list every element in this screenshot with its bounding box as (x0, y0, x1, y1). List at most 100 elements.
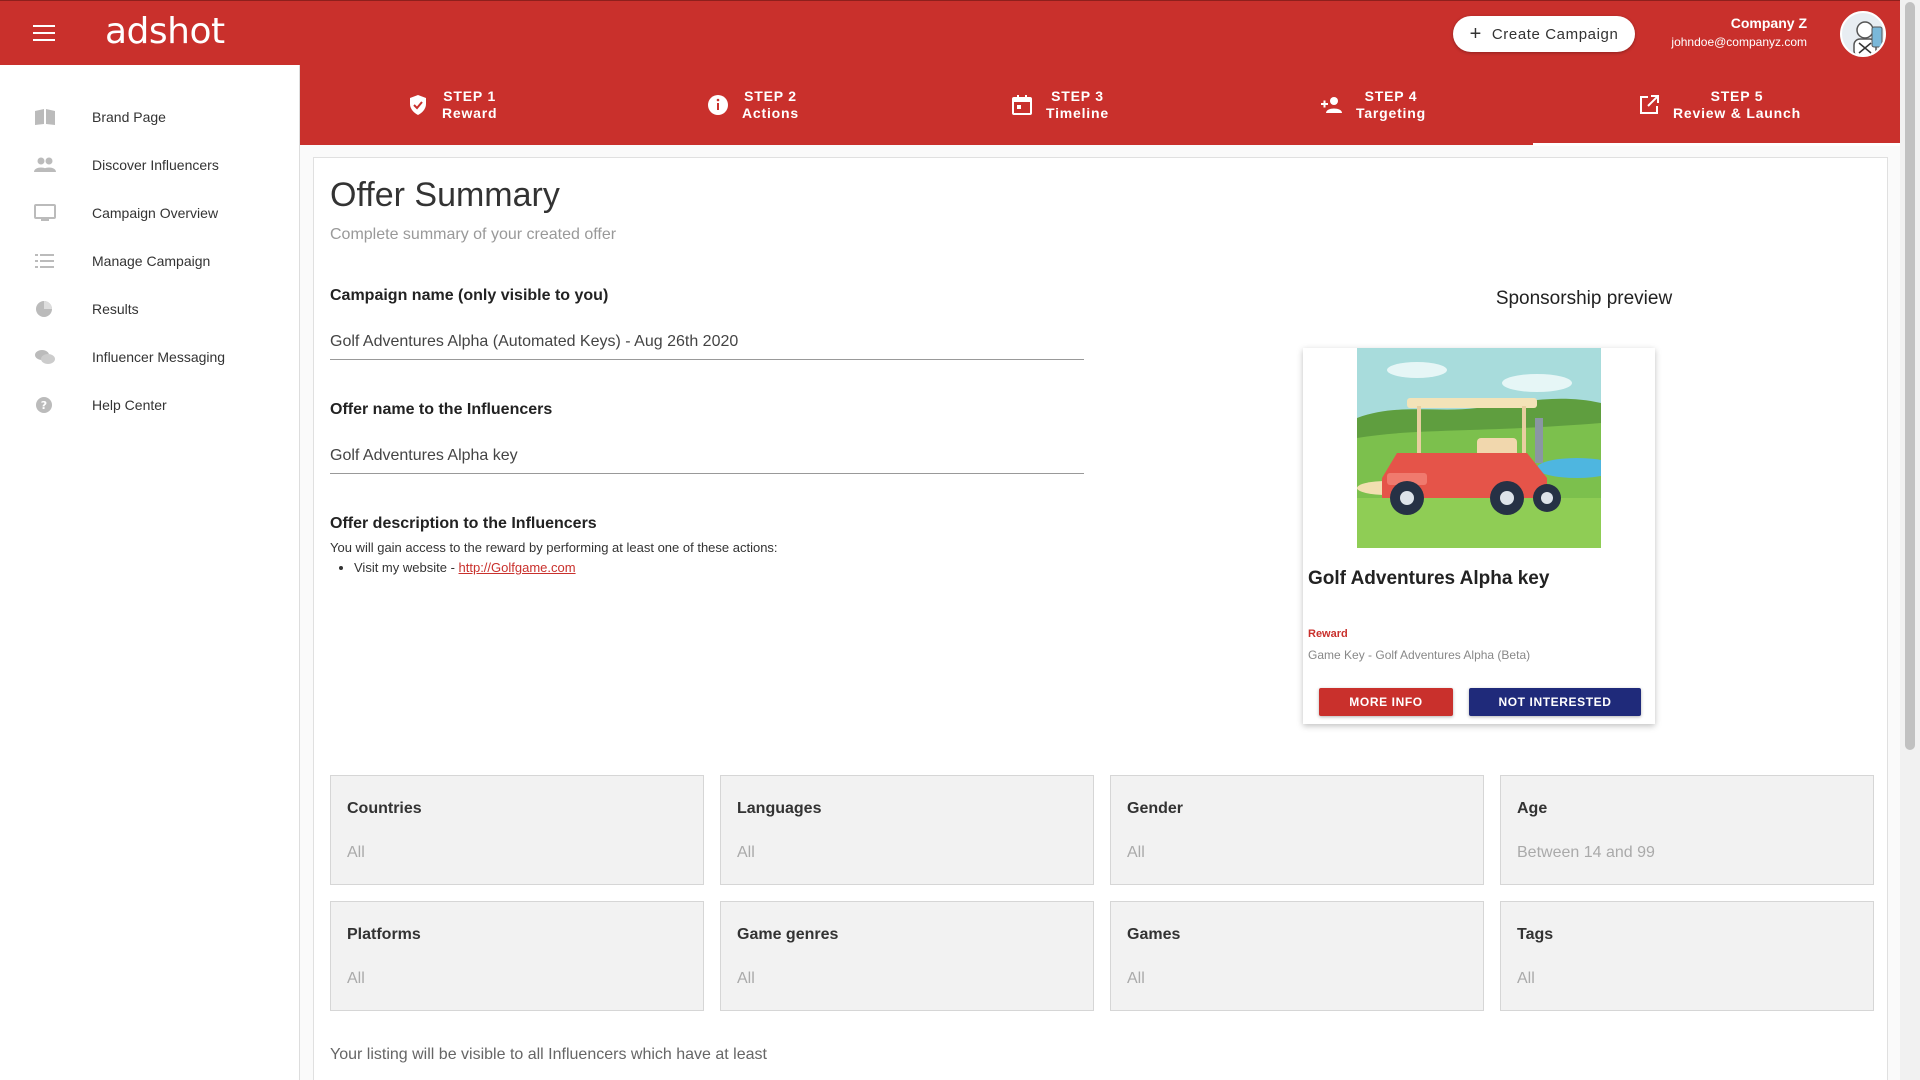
info-icon (708, 95, 728, 115)
step-navigation: STEP 1 Reward STEP 2 Actions STEP 3 Timelin… (300, 65, 1900, 146)
menu-icon[interactable] (33, 25, 55, 41)
chat-icon (35, 350, 55, 364)
visibility-note: Your listing will be visible to all Infl… (330, 1046, 767, 1063)
targeting-countries: Countries All (330, 775, 704, 885)
tab-step-4[interactable]: STEP 4 Targeting (1320, 65, 1426, 145)
step-number: STEP 1 (443, 88, 497, 104)
plus-icon: + (1469, 23, 1482, 45)
preview-reward-value: Game Key - Golf Adventures Alpha (Beta) (1308, 648, 1531, 662)
sidebar-item-manage-campaign[interactable]: Manage Campaign (0, 241, 300, 281)
sidebar-item-brand-page[interactable]: Brand Page (0, 97, 300, 137)
sidebar-item-label: Campaign Overview (92, 205, 219, 221)
targeting-value: All (1127, 970, 1145, 987)
targeting-label: Languages (737, 800, 822, 817)
avatar-illustration-icon (1853, 21, 1883, 55)
sidebar-item-discover-influencers[interactable]: Discover Influencers (0, 145, 300, 185)
step-name: Timeline (1046, 105, 1109, 121)
offer-description-label: Offer description to the Influencers (330, 515, 597, 532)
monitor-icon (34, 204, 56, 221)
company-name: Company Z (1730, 15, 1807, 31)
targeting-platforms: Platforms All (330, 901, 704, 1011)
create-campaign-label: Create Campaign (1491, 25, 1619, 43)
scrollbar-thumb[interactable] (1905, 2, 1915, 750)
sponsorship-preview-title: Sponsorship preview (1495, 288, 1673, 309)
targeting-value: Between 14 and 99 (1517, 844, 1655, 861)
sidebar-item-campaign-overview[interactable]: Campaign Overview (0, 193, 300, 233)
tab-step-1[interactable]: STEP 1 Reward (406, 65, 497, 145)
targeting-label: Gender (1127, 800, 1184, 817)
person-add-icon (1321, 97, 1342, 113)
targeting-label: Age (1517, 800, 1548, 817)
checklist-icon (35, 254, 54, 268)
active-step-indicator (1533, 143, 1900, 146)
tab-step-5[interactable]: STEP 5 Review & Launch (1637, 65, 1801, 145)
account-info[interactable]: Company Z johndoe@companyz.com (1671, 15, 1807, 49)
step-name: Actions (742, 105, 799, 121)
targeting-label: Tags (1517, 926, 1554, 943)
sidebar: Brand Page Discover Influencers Campaign… (0, 65, 300, 1080)
more-info-button[interactable]: MORE INFO (1319, 688, 1453, 716)
website-link[interactable]: http://Golfgame.com (459, 560, 576, 575)
app-logo[interactable]: adshot (105, 11, 225, 52)
targeting-games: Games All (1110, 901, 1484, 1011)
pie-chart-icon (36, 301, 52, 317)
golf-cart-illustration-icon (1357, 348, 1601, 548)
step-number: STEP 2 (744, 88, 797, 104)
targeting-value: All (1127, 844, 1145, 861)
page-subtitle: Complete summary of your created offer (330, 226, 617, 243)
offer-name-field: Golf Adventures Alpha key (330, 447, 1084, 474)
step-name: Review & Launch (1673, 105, 1801, 121)
sidebar-item-label: Influencer Messaging (92, 349, 226, 365)
preview-reward-label: Reward (1308, 628, 1348, 640)
sidebar-item-label: Manage Campaign (92, 253, 211, 269)
help-icon: ? (36, 397, 52, 413)
sidebar-item-help-center[interactable]: ? Help Center (0, 385, 300, 425)
page-scrollbar[interactable] (1900, 0, 1920, 1080)
open-in-new-icon (1640, 95, 1659, 114)
sidebar-item-label: Discover Influencers (92, 157, 219, 173)
targeting-label: Platforms (347, 926, 421, 943)
people-icon (34, 157, 56, 172)
offer-description-text: You will gain access to the reward by pe… (330, 540, 778, 555)
targeting-gender: Gender All (1110, 775, 1484, 885)
top-app-bar: adshot + Create Campaign Company Z johnd… (0, 0, 1900, 65)
avatar[interactable] (1840, 11, 1886, 57)
offer-summary-panel: Offer Summary Complete summary of your c… (313, 157, 1888, 1080)
create-campaign-button[interactable]: + Create Campaign (1453, 16, 1635, 52)
user-email: johndoe@companyz.com (1671, 35, 1807, 49)
targeting-game-genres: Game genres All (720, 901, 1094, 1011)
preview-offer-name: Golf Adventures Alpha key (1308, 568, 1550, 589)
book-icon (35, 109, 55, 125)
targeting-tags: Tags All (1500, 901, 1874, 1011)
tab-step-3[interactable]: STEP 3 Timeline (1010, 65, 1109, 145)
step-name: Reward (442, 105, 498, 121)
targeting-value: All (1517, 970, 1535, 987)
shield-check-icon (410, 95, 426, 115)
targeting-languages: Languages All (720, 775, 1094, 885)
sidebar-item-label: Results (92, 301, 139, 317)
calendar-icon (1012, 95, 1032, 115)
sidebar-item-label: Help Center (92, 397, 167, 413)
list-item: Visit my website - http://Golfgame.com (354, 560, 576, 575)
sidebar-item-results[interactable]: Results (0, 289, 300, 329)
not-interested-button[interactable]: NOT INTERESTED (1469, 688, 1641, 716)
targeting-value: All (737, 844, 755, 861)
step-number: STEP 5 (1710, 88, 1764, 104)
tab-step-2[interactable]: STEP 2 Actions (706, 65, 799, 145)
sidebar-item-label: Brand Page (92, 109, 166, 125)
step-number: STEP 4 (1364, 88, 1418, 104)
action-prefix: Visit my website - (354, 560, 459, 575)
targeting-label: Games (1127, 926, 1181, 943)
sidebar-item-influencer-messaging[interactable]: Influencer Messaging (0, 337, 300, 377)
svg-text:?: ? (41, 399, 47, 412)
sponsorship-preview-card: Golf Adventures Alpha key Reward Game Ke… (1303, 348, 1655, 724)
campaign-name-field: Golf Adventures Alpha (Automated Keys) -… (330, 333, 1084, 360)
offer-image (1357, 348, 1601, 548)
targeting-value: All (347, 844, 365, 861)
targeting-age: Age Between 14 and 99 (1500, 775, 1874, 885)
campaign-name-label: Campaign name (only visible to you) (330, 287, 609, 304)
offer-actions-list: Visit my website - http://Golfgame.com (354, 560, 576, 575)
targeting-value: All (737, 970, 755, 987)
targeting-value: All (347, 970, 365, 987)
targeting-label: Countries (347, 800, 422, 817)
